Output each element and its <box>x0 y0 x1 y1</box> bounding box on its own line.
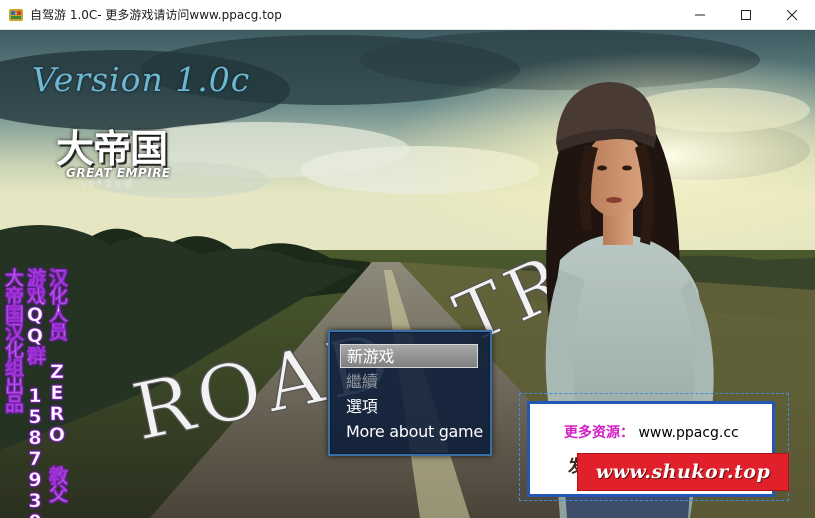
title-bar[interactable]: 自驾游 1.0C- 更多游戏请访问www.ppacg.top <box>0 0 815 30</box>
logo-subtitle: GREAT EMPIRE <box>66 166 171 180</box>
translation-credits: 大帝国汉化组出品 游戏QQ群 1587930 汉化人员 ZERO 教父 <box>2 268 69 518</box>
maximize-icon <box>741 9 751 20</box>
minimize-icon <box>695 14 705 15</box>
promo-url: www.ppacg.cc <box>638 425 739 441</box>
watermark-banner: www.shukor.top <box>577 453 789 491</box>
menu-more-about-game[interactable]: More about game <box>340 420 483 444</box>
close-button[interactable] <box>769 0 815 29</box>
close-icon <box>787 9 797 20</box>
credit-column: 大帝国汉化组出品 <box>2 268 25 413</box>
logo-subtitle-small: LOP汉化组 <box>82 180 135 188</box>
window-controls <box>677 0 815 29</box>
minimize-button[interactable] <box>677 0 723 29</box>
promo-line: 更多资源： www.ppacg.cc <box>564 422 739 442</box>
credit-column: 汉化人员 ZERO 教父 <box>46 268 69 503</box>
menu-options[interactable]: 選項 <box>340 395 478 419</box>
renpy-app-icon <box>9 8 23 21</box>
translation-group-logo: 大帝国 <box>56 127 168 171</box>
window-title: 自驾游 1.0C- 更多游戏请访问www.ppacg.top <box>30 8 282 22</box>
game-viewport[interactable]: ROAD TRIP <box>0 30 815 518</box>
menu-new-game[interactable]: 新游戏 <box>340 344 478 368</box>
menu-continue[interactable]: 繼續 <box>340 370 478 394</box>
credit-column: 游戏QQ群 1587930 <box>24 268 47 518</box>
version-label: Version 1.0c <box>32 60 251 99</box>
game-window: 自驾游 1.0C- 更多游戏请访问www.ppacg.top ROAD Vers… <box>0 0 815 518</box>
promo-label: 更多资源： <box>564 425 634 441</box>
maximize-button[interactable] <box>723 0 769 29</box>
watermark-banner-text: www.shukor.top <box>595 461 771 483</box>
main-menu: 新游戏 繼續 選項 More about game <box>328 330 492 456</box>
